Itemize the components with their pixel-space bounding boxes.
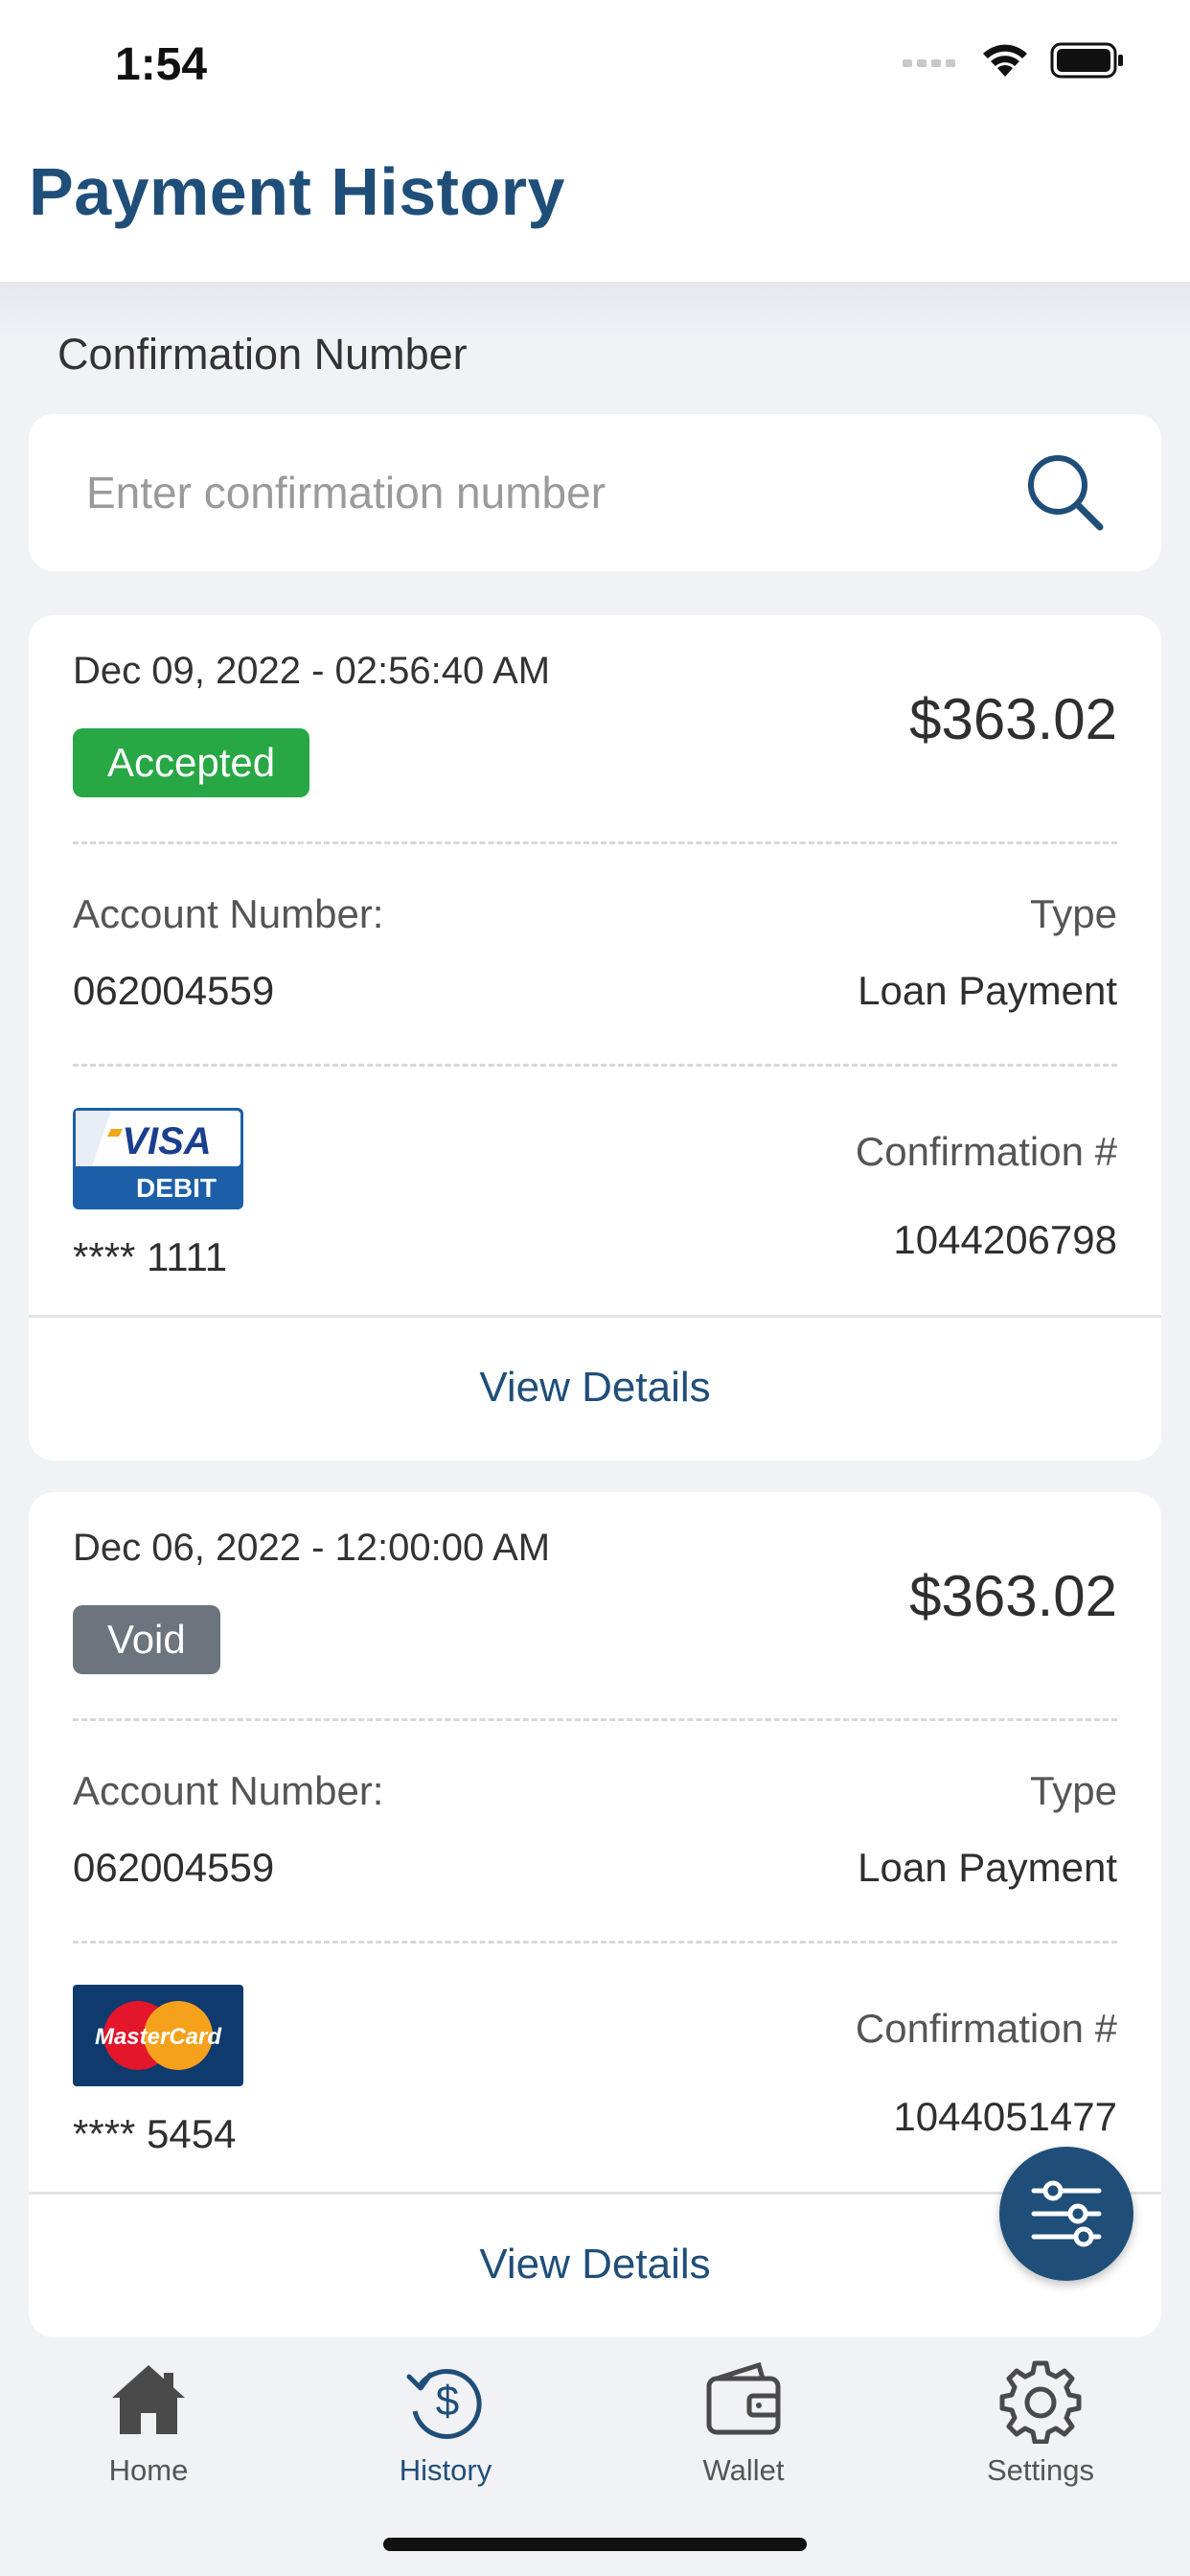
status-icons [903,42,1125,79]
type-label: Type [1029,1768,1117,1813]
account-number-label: Account Number: [73,891,384,936]
visa-logo-text: VISA [122,1120,211,1162]
confirmation-number: 1044051477 [893,2094,1117,2139]
tab-wallet-label: Wallet [702,2453,785,2487]
payment-date: Dec 06, 2022 - 12:00:00 AM [73,1527,551,1569]
divider [73,1718,1117,1721]
tab-settings[interactable]: Settings [935,2356,1146,2499]
mastercard-logo-text: MasterCard [95,2024,222,2050]
search-label: Confirmation Number [57,330,468,379]
status-time: 1:54 [115,39,208,90]
status-badge: Accepted [73,728,310,797]
payment-type-value: Loan Payment [858,968,1117,1013]
account-number-label: Account Number: [73,1768,384,1813]
payment-card: Dec 09, 2022 - 02:56:40 AM $363.02 Accep… [29,615,1161,1460]
signal-icon [903,59,955,67]
visa-debit-logo: VISA DEBIT [73,1108,243,1209]
tab-home-label: Home [108,2453,189,2487]
divider [73,841,1117,844]
confirmation-label: Confirmation # [855,1129,1117,1174]
confirmation-number: 1044206798 [893,1217,1117,1262]
payment-amount: $363.02 [909,687,1117,751]
gear-icon [999,2360,1082,2444]
divider [73,1941,1117,1944]
confirmation-label: Confirmation # [855,2006,1117,2051]
view-details-button[interactable]: View Details [29,1315,1161,1460]
type-label: Type [1029,891,1117,936]
search-icon[interactable] [1023,450,1108,535]
tab-wallet[interactable]: Wallet [638,2356,849,2499]
divider [73,1064,1117,1067]
home-indicator [383,2538,807,2551]
top-bar: 1:54 Payment History [0,0,1190,282]
card-masked-number: **** 5454 [73,2111,237,2156]
account-number-value: 062004559 [73,968,275,1013]
payment-type-value: Loan Payment [858,1845,1117,1890]
confirmation-search-input[interactable] [86,464,949,521]
history-dollar-icon: $ [406,2369,482,2439]
filter-sliders-icon [1031,2180,1102,2247]
view-details-button[interactable]: View Details [29,2192,1161,2337]
payment-date: Dec 09, 2022 - 02:56:40 AM [73,650,551,692]
battery-icon [1050,42,1123,79]
mastercard-logo: MasterCard [73,1985,243,2086]
search-box [29,414,1161,571]
debit-logo-text: DEBIT [136,1173,217,1203]
filter-button[interactable] [999,2147,1133,2281]
payment-card: Dec 06, 2022 - 12:00:00 AM $363.02 Void … [29,1492,1161,2337]
wifi-icon [983,44,1027,77]
tab-home[interactable]: Home [43,2356,254,2499]
tab-settings-label: Settings [986,2453,1094,2487]
home-icon [112,2365,185,2434]
tab-history-label: History [399,2453,492,2487]
status-badge: Void [73,1605,220,1674]
page-title: Payment History [29,154,565,229]
tab-history[interactable]: $ History [340,2356,551,2499]
card-masked-number: **** 1111 [73,1234,228,1279]
wallet-icon [706,2361,781,2435]
payment-amount: $363.02 [909,1564,1117,1628]
svg-text:$: $ [436,2378,459,2425]
account-number-value: 062004559 [73,1845,275,1890]
